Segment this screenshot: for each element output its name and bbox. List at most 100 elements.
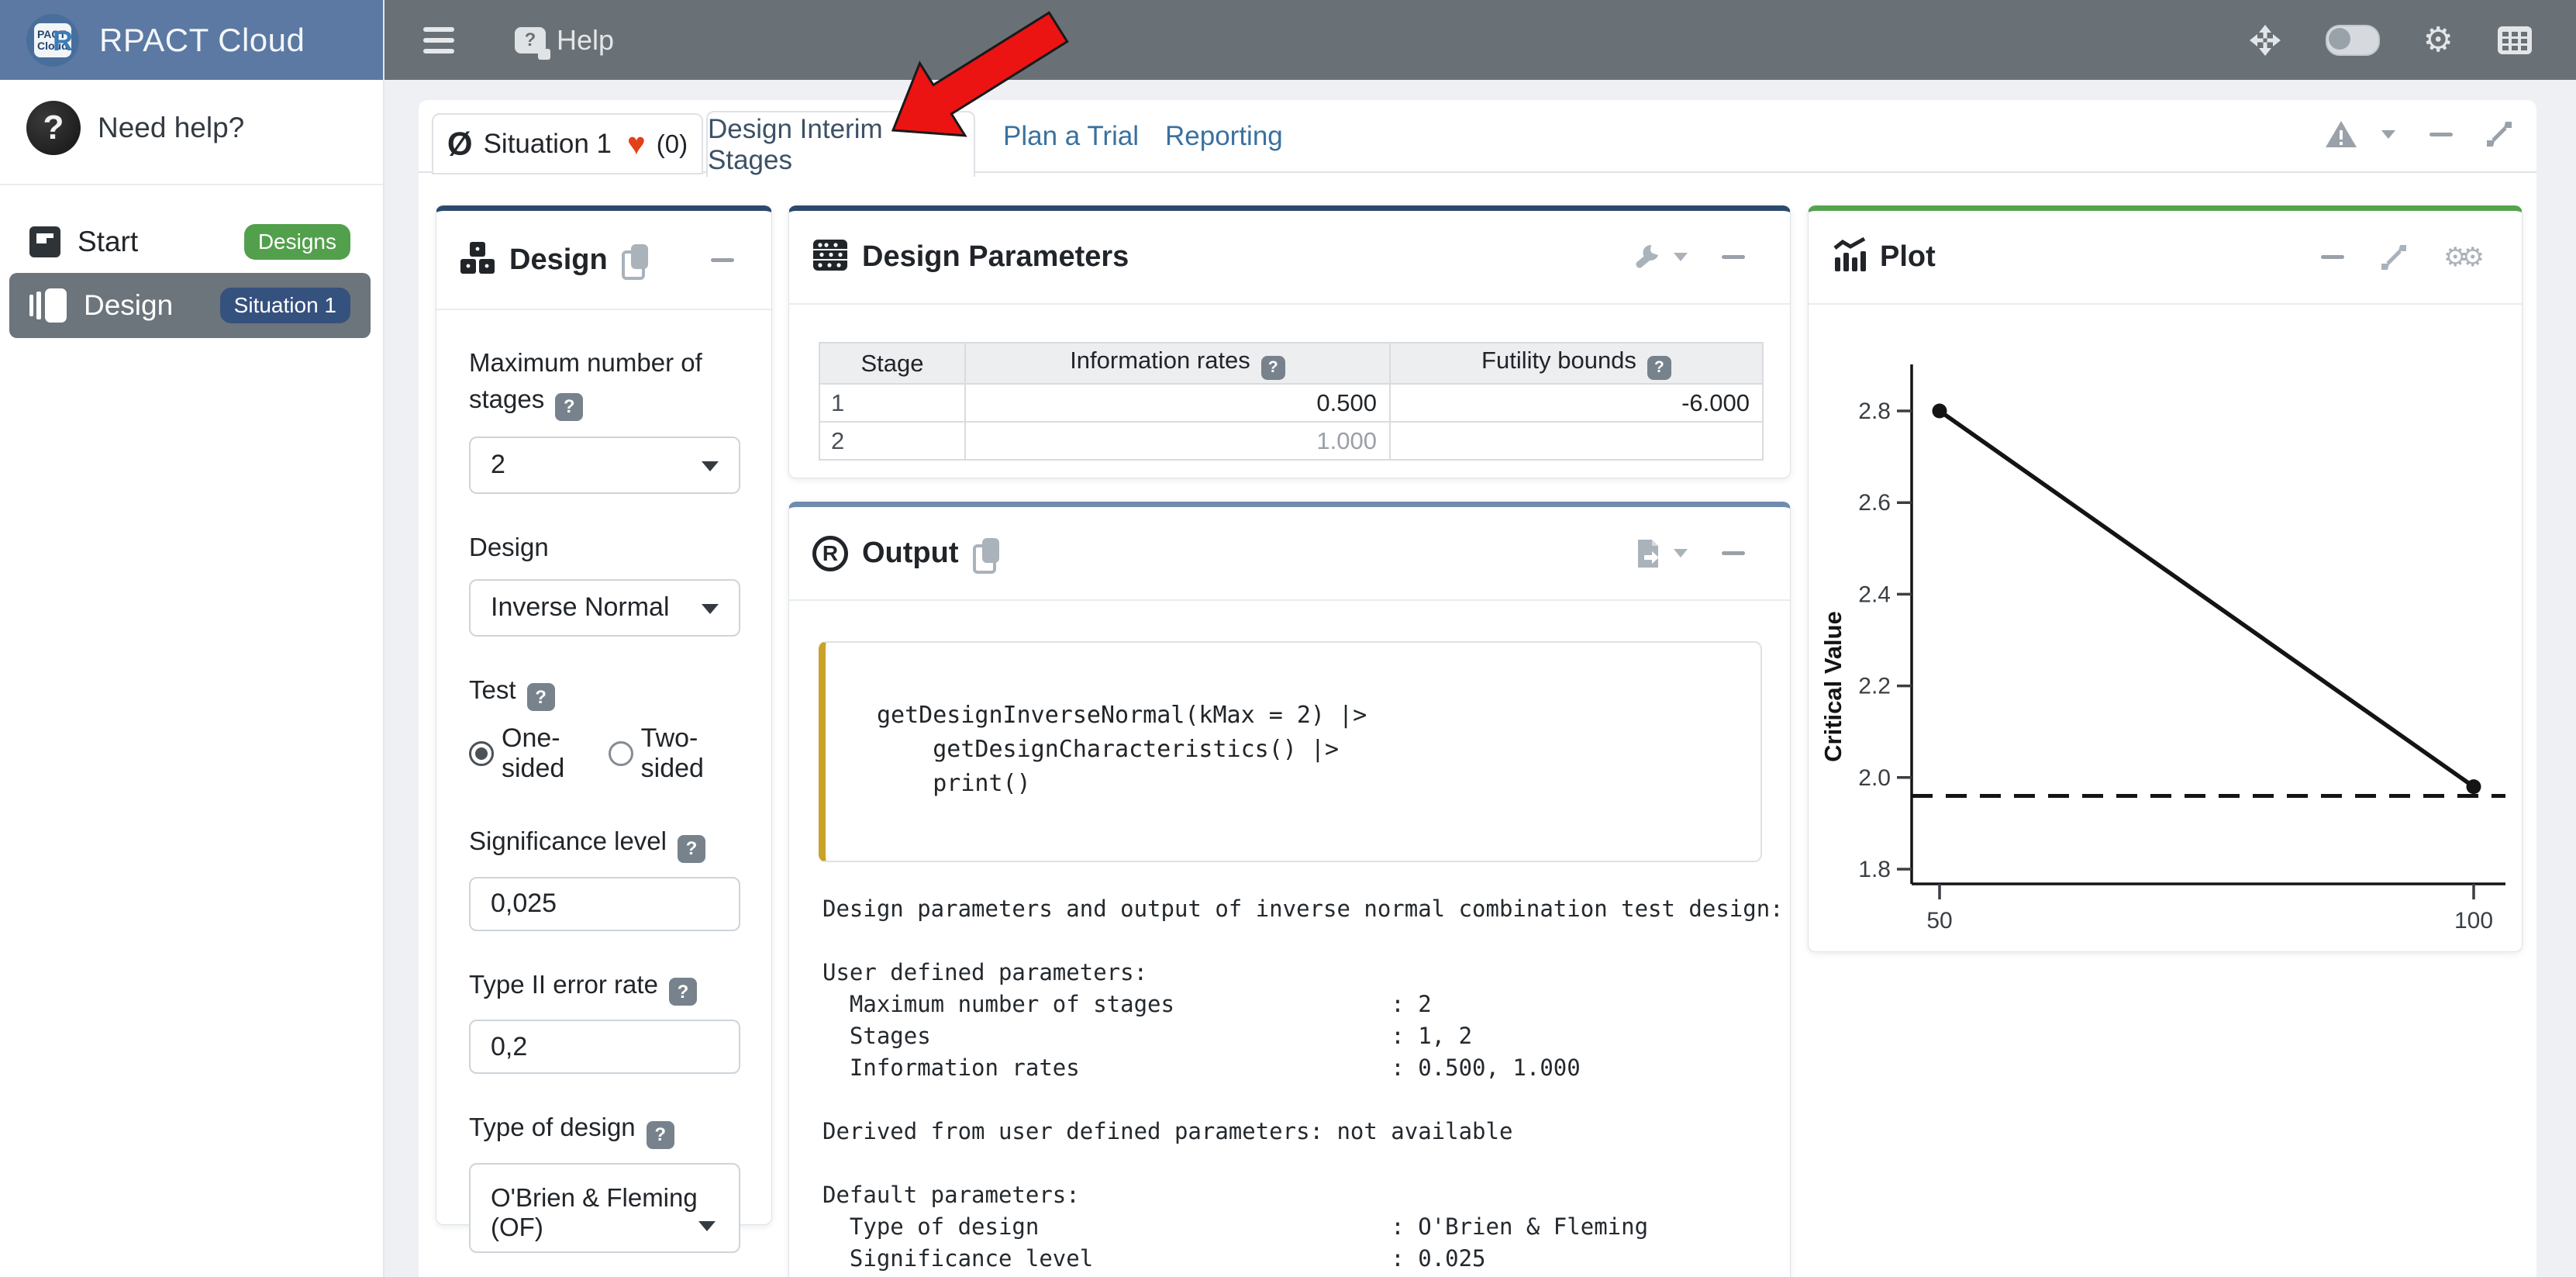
type-of-design-label: Type of design — [469, 1109, 739, 1149]
warning-icon[interactable] — [2324, 119, 2358, 149]
test-label: Test — [469, 671, 739, 712]
design-parameters-title: Design Parameters — [862, 240, 1129, 274]
wrench-icon[interactable] — [1632, 243, 1661, 272]
tab-reporting[interactable]: Reporting — [1165, 100, 1283, 173]
plot-expand-icon[interactable] — [2378, 242, 2409, 273]
export-file-icon[interactable] — [1636, 538, 1661, 569]
critical-value-chart: 1.82.02.22.42.62.850100Critical ValueSam… — [1813, 319, 2519, 955]
two-sided-radio[interactable] — [609, 741, 633, 766]
design-select[interactable]: Inverse Normal — [469, 579, 740, 637]
chevron-down-icon — [702, 604, 719, 614]
fullscreen-icon[interactable] — [2248, 23, 2282, 57]
sidebar-header: R PACTCloud RPACT Cloud — [0, 0, 383, 80]
table-row: 1 0.500 -6.000 — [819, 384, 1763, 422]
chart-icon — [1832, 237, 1867, 277]
design-collapse-button[interactable] — [711, 258, 734, 262]
help-icon[interactable] — [678, 835, 705, 863]
svg-text:2.4: 2.4 — [1858, 582, 1891, 607]
design-panel: Design Maximum number of stages 2 Design… — [436, 205, 772, 1225]
tab-design-interim-stages[interactable]: Design Interim Stages — [706, 111, 975, 177]
design-parameters-table: Stage Information rates Futility bounds … — [819, 342, 1764, 461]
copy-icon[interactable] — [622, 244, 648, 275]
futility-bound-cell[interactable] — [1390, 422, 1763, 460]
one-sided-label: One-sided — [502, 723, 587, 784]
svg-text:2.0: 2.0 — [1858, 765, 1891, 791]
design-pages-icon — [29, 288, 67, 323]
output-collapse-button[interactable] — [1722, 551, 1745, 555]
plot-collapse-button[interactable] — [2321, 255, 2344, 259]
stage-header: Stage — [819, 343, 965, 384]
svg-text:50: 50 — [1926, 908, 1952, 934]
r-output-text: Design parameters and output of inverse … — [822, 893, 1784, 1275]
dark-mode-toggle[interactable] — [2326, 25, 2380, 56]
futility-bounds-header: Futility bounds — [1390, 343, 1763, 384]
grid-apps-icon[interactable] — [2497, 26, 2533, 55]
svg-text:2.2: 2.2 — [1858, 674, 1891, 699]
question-mark-icon: ? — [26, 101, 81, 155]
rpact-logo[interactable]: R PACTCloud — [26, 14, 79, 67]
max-stages-label: Maximum number of stages — [469, 344, 725, 421]
parameters-collapse-button[interactable] — [1722, 255, 1745, 259]
tab-situation-1[interactable]: Ø Situation 1 ♥ (0) — [432, 113, 703, 174]
stage-cell: 2 — [819, 422, 965, 460]
chevron-down-icon — [698, 1221, 716, 1231]
collapse-all-button[interactable] — [2429, 133, 2453, 136]
settings-gear-icon[interactable]: ⚙ — [2423, 23, 2454, 57]
sidebar-divider — [0, 184, 383, 185]
significance-label: Significance level — [469, 823, 739, 863]
app-title: RPACT Cloud — [99, 22, 305, 59]
information-rate-cell: 1.000 — [965, 422, 1390, 460]
r-code[interactable]: getDesignInverseNormal(kMax = 2) |> getD… — [826, 643, 1760, 801]
heart-icon[interactable]: ♥ — [627, 129, 646, 160]
output-panel: R Output getDesignInverseNormal(kMax = — [788, 502, 1791, 1277]
type-of-design-select[interactable]: O'Brien & Fleming (OF) — [469, 1163, 740, 1253]
design-panel-title: Design — [509, 243, 608, 277]
plot-panel-title: Plot — [1880, 240, 1936, 274]
sidebar-item-start[interactable]: Start Designs — [9, 209, 371, 274]
main-content-card: Ø Situation 1 ♥ (0) Design Interim Stage… — [419, 100, 2536, 1277]
expand-icon[interactable] — [2484, 119, 2515, 150]
empty-set-icon: Ø — [447, 128, 473, 160]
export-dropdown-caret[interactable] — [1674, 549, 1688, 557]
situation-label: Situation 1 — [484, 129, 612, 160]
warning-dropdown-caret[interactable] — [2381, 130, 2395, 139]
help-bubble-icon: ? — [515, 27, 546, 53]
help-icon[interactable] — [1647, 356, 1671, 380]
svg-text:100: 100 — [2454, 908, 2493, 934]
design-parameters-panel: Design Parameters Stage — [788, 205, 1791, 478]
abacus-icon — [812, 239, 848, 275]
need-help-item[interactable]: ? Need help? — [26, 101, 244, 155]
hamburger-menu-icon[interactable] — [423, 27, 454, 53]
help-icon[interactable] — [647, 1121, 674, 1149]
help-icon[interactable] — [527, 683, 555, 711]
type2-error-input[interactable]: 0,2 — [469, 1020, 740, 1074]
plot-settings-gears-icon[interactable]: ⚙⚙ — [2443, 242, 2478, 273]
information-rate-cell[interactable]: 0.500 — [965, 384, 1390, 422]
output-panel-title: Output — [862, 537, 959, 570]
wrench-dropdown-caret[interactable] — [1674, 253, 1688, 261]
sidebar-item-design[interactable]: Design Situation 1 — [9, 273, 371, 338]
designs-badge: Designs — [244, 224, 350, 260]
max-stages-select[interactable]: 2 — [469, 437, 740, 494]
significance-input[interactable]: 0,025 — [469, 877, 740, 931]
svg-text:1.8: 1.8 — [1858, 857, 1891, 882]
topbar: ? Help ⚙ — [383, 0, 2576, 80]
sidebar-item-label: Design — [84, 289, 173, 322]
favorites-count: (0) — [657, 129, 688, 159]
help-label: Help — [557, 24, 614, 57]
one-sided-radio[interactable] — [469, 741, 494, 766]
svg-text:2.6: 2.6 — [1858, 490, 1891, 516]
help-menu[interactable]: ? Help — [515, 24, 614, 57]
information-rates-header: Information rates — [965, 343, 1390, 384]
sidebar: R PACTCloud RPACT Cloud ? Need help? Sta… — [0, 0, 385, 1277]
tab-plan-a-trial[interactable]: Plan a Trial — [1003, 100, 1139, 173]
help-icon[interactable] — [1261, 356, 1285, 380]
table-row: 2 1.000 — [819, 422, 1763, 460]
help-icon[interactable] — [555, 393, 583, 421]
logo-r-letter: R — [53, 25, 73, 57]
futility-bound-cell[interactable]: -6.000 — [1390, 384, 1763, 422]
need-help-label: Need help? — [98, 112, 244, 144]
help-icon[interactable] — [669, 978, 697, 1006]
copy-icon[interactable] — [973, 538, 999, 569]
sidebar-item-label: Start — [78, 226, 138, 258]
